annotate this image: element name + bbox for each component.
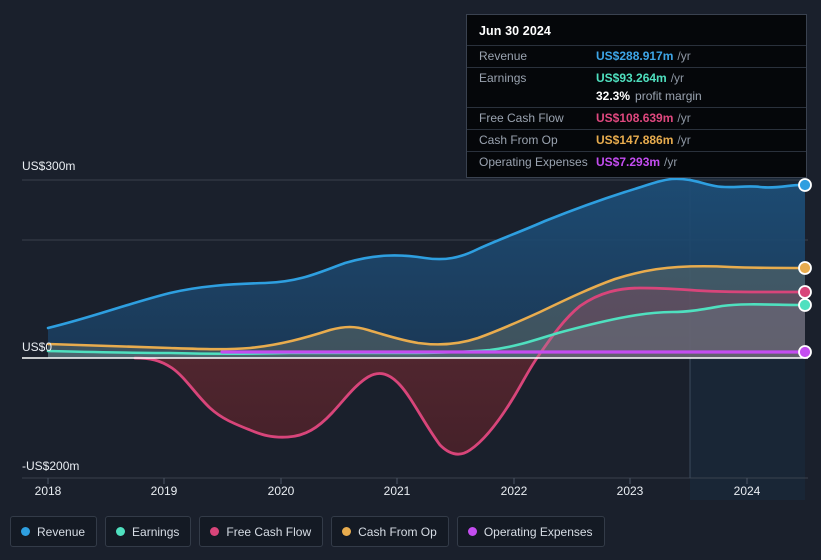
tooltip-row-operating-expenses: Operating Expenses US$7.293m /yr: [467, 151, 806, 173]
tooltip-unit-earnings: /yr: [670, 71, 685, 85]
tooltip-unit-operating-expenses: /yr: [664, 155, 678, 169]
legend-dot-operating-expenses-icon: [467, 527, 477, 536]
tooltip-value-earnings: US$93.264m: [596, 71, 667, 85]
legend-item-earnings[interactable]: Earnings: [105, 516, 192, 547]
tooltip-unit-revenue: /yr: [677, 49, 691, 63]
legend-item-operating-expenses[interactable]: Operating Expenses: [456, 516, 605, 547]
legend-dot-earnings-icon: [116, 527, 126, 536]
tooltip-label-revenue: Revenue: [479, 49, 528, 63]
tooltip-row-free-cash-flow: Free Cash Flow US$108.639m /yr: [467, 107, 806, 129]
end-marker-operatingexpenses: [798, 345, 812, 359]
tooltip-label-earnings: Earnings: [479, 71, 527, 85]
end-marker-earnings: [798, 298, 812, 312]
tooltip-row-profit-margin: 32.3% profit margin: [467, 89, 806, 107]
legend-dot-cash-from-op-icon: [342, 527, 352, 536]
financial-performance-chart: US$300m US$0 -US$200m 2018 2019 2020 202…: [0, 0, 821, 560]
tooltip-unit-free-cash-flow: /yr: [677, 111, 691, 125]
legend-label-revenue: Revenue: [37, 524, 86, 539]
tooltip-label-operating-expenses: Operating Expenses: [479, 155, 588, 169]
legend-item-free-cash-flow[interactable]: Free Cash Flow: [199, 516, 324, 547]
end-marker-freecashflow: [798, 285, 812, 299]
end-marker-cashfromop: [798, 261, 812, 275]
tooltip-row-earnings: Earnings US$93.264m /yr: [467, 67, 806, 89]
y-axis-label-top: US$300m: [22, 159, 76, 173]
legend-label-free-cash-flow: Free Cash Flow: [226, 524, 312, 539]
y-axis-label-bottom: -US$200m: [22, 459, 80, 473]
x-axis-label-2021: 2021: [383, 484, 411, 498]
chart-legend: Revenue Earnings Free Cash Flow Cash Fro…: [10, 516, 605, 547]
tooltip-value-revenue: US$288.917m: [596, 49, 674, 63]
tooltip-value-free-cash-flow: US$108.639m: [596, 111, 674, 125]
legend-dot-free-cash-flow-icon: [210, 527, 220, 536]
tooltip-row-revenue: Revenue US$288.917m /yr: [467, 45, 806, 67]
legend-item-revenue[interactable]: Revenue: [10, 516, 98, 547]
legend-dot-revenue-icon: [21, 527, 30, 536]
series-area-freecashflow-negative: [135, 358, 537, 455]
end-marker-revenue: [798, 178, 812, 192]
tooltip-value-operating-expenses: US$7.293m: [596, 155, 661, 169]
y-axis-label-zero: US$0: [22, 340, 53, 354]
tooltip-row-cash-from-op: Cash From Op US$147.886m /yr: [467, 129, 806, 151]
tooltip-date: Jun 30 2024: [479, 24, 551, 38]
x-axis-label-2019: 2019: [150, 484, 178, 498]
legend-item-cash-from-op[interactable]: Cash From Op: [331, 516, 449, 547]
tooltip-value-cash-from-op: US$147.886m: [596, 133, 674, 147]
tooltip-label-cash-from-op: Cash From Op: [479, 133, 558, 147]
x-axis-label-2023: 2023: [616, 484, 644, 498]
x-axis-label-2018: 2018: [34, 484, 62, 498]
x-axis-label-2020: 2020: [267, 484, 295, 498]
legend-label-operating-expenses: Operating Expenses: [483, 524, 593, 539]
data-tooltip: Jun 30 2024 Revenue US$288.917m /yr Earn…: [466, 14, 807, 178]
legend-label-earnings: Earnings: [132, 524, 180, 539]
tooltip-label-free-cash-flow: Free Cash Flow: [479, 111, 564, 125]
tooltip-note-profit-margin: profit margin: [635, 89, 702, 103]
tooltip-value-profit-margin: 32.3%: [596, 89, 631, 103]
x-axis-label-2022: 2022: [500, 484, 528, 498]
x-axis-label-2024: 2024: [733, 484, 761, 498]
tooltip-unit-cash-from-op: /yr: [677, 133, 691, 147]
legend-label-cash-from-op: Cash From Op: [358, 524, 437, 539]
